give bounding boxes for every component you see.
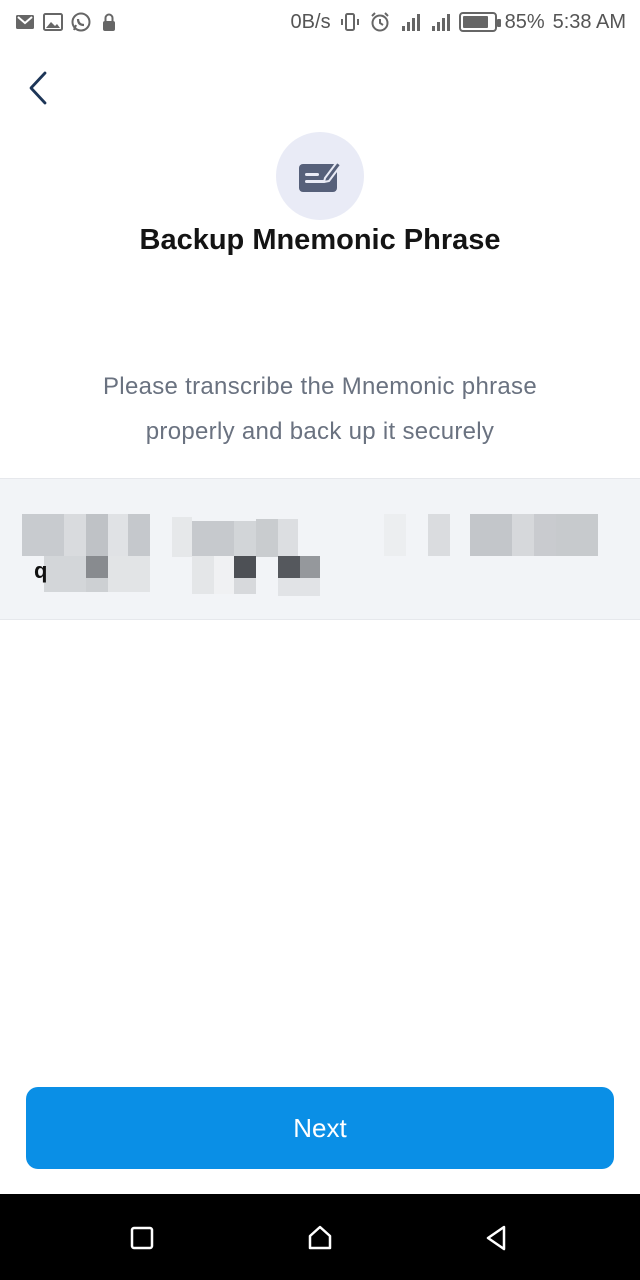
mnemonic-phrase-box — [0, 478, 640, 620]
obscured-block — [234, 556, 256, 578]
system-back-button[interactable] — [472, 1214, 520, 1262]
obscured-block — [278, 519, 298, 557]
obscured-block — [214, 556, 234, 594]
obscured-block — [234, 521, 256, 557]
gallery-icon — [42, 11, 64, 33]
obscured-block — [470, 514, 512, 556]
lock-icon — [98, 11, 120, 33]
obscured-block — [384, 514, 406, 556]
page-title: Backup Mnemonic Phrase — [139, 224, 501, 256]
obscured-block — [108, 556, 150, 592]
obscured-block — [278, 578, 320, 596]
obscured-block — [192, 556, 214, 594]
obscured-block — [86, 578, 108, 592]
hero-icon-circle — [276, 132, 364, 220]
obscured-block — [234, 578, 256, 594]
mnemonic-visible-glyph: q — [34, 558, 48, 583]
obscured-block — [172, 517, 192, 557]
obscured-block — [428, 514, 450, 556]
signal-icon — [399, 11, 421, 33]
obscured-block — [108, 514, 128, 556]
back-triangle-icon — [486, 1225, 506, 1251]
network-speed: 0B/s — [290, 10, 331, 33]
signal-icon — [429, 11, 451, 33]
obscured-block — [86, 556, 108, 578]
status-left-icons — [14, 11, 120, 33]
clock: 5:38 AM — [552, 10, 626, 33]
status-right-icons: 0B/s 85% 5:38 AM — [291, 11, 626, 34]
home-button[interactable] — [296, 1214, 344, 1262]
obscured-block — [300, 556, 320, 578]
alarm-icon — [369, 11, 391, 33]
edit-note-icon — [299, 161, 342, 192]
status-bar: 0B/s 85% 5:38 AM — [0, 0, 640, 44]
battery-icon — [458, 12, 501, 32]
back-button[interactable] — [18, 68, 58, 108]
page-subtitle: Please transcribe the Mnemonic phrase pr… — [103, 373, 537, 445]
chevron-left-icon — [29, 71, 47, 105]
home-icon — [308, 1225, 332, 1250]
obscured-block — [22, 514, 64, 556]
obscured-block — [86, 514, 108, 556]
square-recents-icon — [130, 1226, 154, 1250]
obscured-block — [128, 514, 150, 556]
vibrate-icon — [339, 11, 361, 33]
obscured-block — [192, 521, 234, 557]
obscured-block — [534, 514, 556, 556]
battery-percent: 85% — [504, 10, 545, 33]
obscured-block — [556, 514, 598, 556]
obscured-block — [512, 514, 534, 556]
obscured-block — [278, 556, 300, 578]
next-button[interactable]: Next — [26, 1087, 614, 1169]
obscured-block — [256, 519, 278, 557]
recents-button[interactable] — [118, 1214, 166, 1262]
battery-fill — [462, 16, 489, 28]
gmail-icon — [14, 11, 36, 33]
obscured-block — [64, 514, 86, 556]
whatsapp-icon — [70, 11, 92, 33]
navigation-bar — [0, 1194, 640, 1280]
obscured-block — [44, 556, 86, 592]
